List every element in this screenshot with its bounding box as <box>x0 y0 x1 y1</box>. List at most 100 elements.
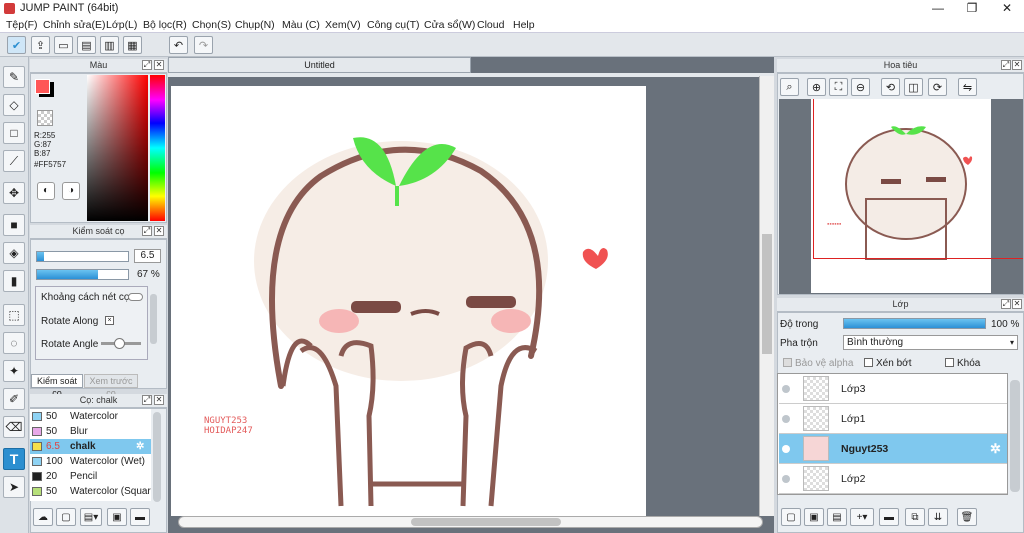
eraser-tool-icon[interactable]: ◇ <box>3 94 25 116</box>
duplicate-layer-icon[interactable]: ⧉ <box>905 508 925 526</box>
layer-row[interactable]: Lớp2 <box>779 464 1007 494</box>
brush-item[interactable]: 50 Watercolor (Square) <box>30 484 151 499</box>
gradient-tool-icon[interactable]: ▮ <box>3 270 25 292</box>
tab-document[interactable]: Untitled <box>168 57 471 73</box>
close-icon[interactable]: ✕ <box>154 395 164 405</box>
close-icon[interactable]: ✕ <box>1012 60 1022 70</box>
delete-layer-icon[interactable]: 🗑 <box>957 508 977 526</box>
page-icon[interactable]: ▥ <box>100 36 119 54</box>
fit-icon[interactable]: ⛶ <box>829 78 848 96</box>
brush-menu-icon[interactable]: ▤▾ <box>80 508 102 526</box>
menu-layer[interactable]: Lớp(L) <box>106 19 137 31</box>
reset-view-icon[interactable]: ◫ <box>904 78 923 96</box>
lock-checkbox[interactable]: Khóa <box>945 358 980 369</box>
layer-row[interactable]: Lớp1 <box>779 404 1007 434</box>
menu-filter[interactable]: Bộ lọc(R) <box>143 19 187 31</box>
brush-folder-icon[interactable]: ▬ <box>130 508 150 526</box>
select-pen-icon[interactable]: ✐ <box>3 388 25 410</box>
popout-icon[interactable]: ⤢ <box>142 60 152 70</box>
brush-cloud-icon[interactable]: ☁ <box>33 508 53 526</box>
menu-color[interactable]: Màu (C) <box>282 19 320 31</box>
redo-icon[interactable]: ↷ <box>194 36 213 54</box>
share-icon[interactable]: ⇪ <box>31 36 50 54</box>
close-button[interactable]: ✕ <box>990 0 1024 17</box>
popout-icon[interactable]: ⤢ <box>1001 60 1011 70</box>
foreground-color-swatch[interactable] <box>35 79 50 94</box>
brush-list-scrollbar[interactable] <box>153 412 161 502</box>
merge-layer-icon[interactable]: ⇊ <box>928 508 948 526</box>
spacing-toggle[interactable] <box>128 293 143 301</box>
select-rect-icon[interactable]: ⬚ <box>3 304 25 326</box>
magic-wand-icon[interactable]: ✦ <box>3 360 25 382</box>
check-icon[interactable]: ✔ <box>7 36 26 54</box>
menu-window[interactable]: Cửa sổ(W) <box>424 19 475 31</box>
rotate-angle-handle[interactable] <box>114 338 125 349</box>
operation-tool-icon[interactable]: ➤ <box>3 476 25 498</box>
undo-icon[interactable]: ↶ <box>169 36 188 54</box>
clipping-checkbox[interactable]: Xén bớt <box>864 358 911 369</box>
popout-icon[interactable]: ⤢ <box>142 226 152 236</box>
hue-slider[interactable] <box>150 75 165 221</box>
add-layer-menu-icon[interactable]: +▾ <box>850 508 874 526</box>
bucket-tool-icon[interactable]: ◈ <box>3 242 25 264</box>
rotate-along-checkbox[interactable]: × <box>105 316 114 325</box>
gear-icon[interactable]: ✲ <box>990 441 1001 457</box>
menu-file[interactable]: Tệp(F) <box>6 19 38 31</box>
layer-list-scrollbar[interactable] <box>1010 380 1020 492</box>
rectangle-tool-icon[interactable]: □ <box>3 122 25 144</box>
saturation-value-picker[interactable] <box>87 75 148 221</box>
zoom-icon[interactable]: ⌕ <box>780 78 799 96</box>
line-tool-icon[interactable]: ⟋ <box>3 150 25 172</box>
menu-capture[interactable]: Chụp(N) <box>235 19 275 31</box>
eye-icon[interactable] <box>782 445 790 453</box>
palette-icon[interactable]: ◐ <box>37 182 55 200</box>
layer-row-selected[interactable]: Nguyt253 ✲ <box>779 434 1007 464</box>
menu-cloud[interactable]: Cloud <box>477 19 504 31</box>
menu-help[interactable]: Help <box>513 19 535 31</box>
brush-item[interactable]: 20 Pencil <box>30 469 151 484</box>
brush-item[interactable]: 50 Blur <box>30 424 151 439</box>
tab-brush-preview[interactable]: Xem trước cọ <box>84 374 138 398</box>
zoom-in-icon[interactable]: ⊕ <box>807 78 826 96</box>
gear-icon[interactable]: ✲ <box>136 439 144 454</box>
brush-item[interactable]: 50 Watercolor <box>30 409 151 424</box>
drawing-canvas[interactable]: NGUYT253 HOIDAP247 <box>171 86 646 516</box>
rotate-right-icon[interactable]: ⟳ <box>928 78 947 96</box>
tab-brush-control[interactable]: Kiểm soát cọ <box>31 374 83 398</box>
new-layer-icon[interactable]: ▢ <box>781 508 801 526</box>
protect-alpha-checkbox[interactable]: Bảo vệ alpha <box>783 358 853 369</box>
brush-settings-icon[interactable]: ▣ <box>107 508 127 526</box>
brush-settings-scrollbar[interactable] <box>150 294 157 344</box>
popout-icon[interactable]: ⤢ <box>142 395 152 405</box>
text-tool-icon[interactable]: T <box>3 448 25 470</box>
brush-size-value[interactable]: 6.5 <box>134 249 161 263</box>
horizontal-scroll-thumb[interactable] <box>411 518 561 526</box>
brush-item-selected[interactable]: 6.5 chalk ✲ <box>30 439 151 454</box>
flip-icon[interactable]: ⇋ <box>958 78 977 96</box>
vertical-scrollbar[interactable] <box>759 76 774 516</box>
maximize-button[interactable]: ❐ <box>955 0 989 17</box>
brush-size-slider[interactable] <box>36 251 129 262</box>
eye-icon[interactable] <box>782 475 790 483</box>
horizontal-scrollbar[interactable] <box>178 516 763 528</box>
popout-icon[interactable]: ⤢ <box>1001 299 1011 309</box>
new-brush-icon[interactable]: ▢ <box>56 508 76 526</box>
fill-rect-tool-icon[interactable]: ■ <box>3 214 25 236</box>
menu-tools[interactable]: Công cụ(T) <box>367 19 420 31</box>
document-icon[interactable]: ▦ <box>123 36 142 54</box>
layer-row[interactable]: Lớp3 <box>779 374 1007 404</box>
transparent-swatch[interactable] <box>37 110 53 126</box>
color-set-icon[interactable]: ◑ <box>62 182 80 200</box>
vertical-scroll-thumb[interactable] <box>762 234 772 354</box>
menu-edit[interactable]: Chỉnh sửa(E) <box>43 19 105 31</box>
lasso-icon[interactable]: ◌ <box>3 332 25 354</box>
close-icon[interactable]: ✕ <box>154 226 164 236</box>
zoom-out-icon[interactable]: ⊖ <box>851 78 870 96</box>
new-layer-8bit-icon[interactable]: ▣ <box>804 508 824 526</box>
comment-icon[interactable]: ▭ <box>54 36 73 54</box>
minimize-button[interactable]: — <box>921 0 955 17</box>
message-icon[interactable]: ▤ <box>77 36 96 54</box>
blend-mode-select[interactable]: Bình thường ▾ <box>843 335 1018 350</box>
viewport-rectangle[interactable] <box>813 99 1023 259</box>
eye-icon[interactable] <box>782 415 790 423</box>
